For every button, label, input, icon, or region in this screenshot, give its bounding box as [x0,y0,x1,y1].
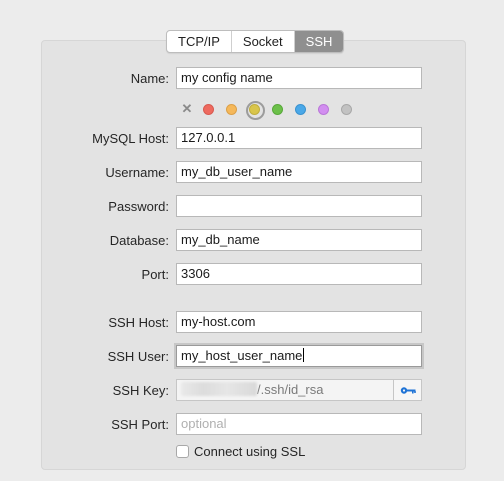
port-row: Port: 3306 [0,263,504,287]
redacted-path [181,382,257,396]
password-field[interactable] [176,195,422,217]
name-field[interactable]: my config name [176,67,422,89]
ssh-port-row: SSH Port: optional [0,413,504,437]
name-row: Name: my config name [0,67,504,91]
text-caret [303,348,305,362]
port-label: Port: [141,267,169,282]
username-field[interactable]: my_db_user_name [176,161,422,183]
tab-ssh[interactable]: SSH [294,31,344,52]
ssh-user-label: SSH User: [107,349,169,364]
ssh-key-label: SSH Key: [112,383,169,398]
color-dot-blue[interactable] [295,103,306,115]
ssh-host-label: SSH Host: [108,315,169,330]
ssh-host-row: SSH Host: my-host.com [0,311,504,335]
name-label: Name: [130,71,169,86]
mysql-host-label: MySQL Host: [92,131,169,146]
color-dot-green[interactable] [272,103,283,115]
ssl-checkbox-label: Connect using SSL [194,443,306,459]
mysql-host-field[interactable]: 127.0.0.1 [176,127,422,149]
color-dot-purple[interactable] [318,103,329,115]
ssh-port-placeholder: optional [181,416,227,431]
ssh-key-path-value: /.ssh/id_rsa [257,382,324,397]
color-dot-yellow[interactable] [246,100,265,120]
ssh-port-label: SSH Port: [111,417,169,432]
ssh-key-field[interactable]: /.ssh/id_rsa [176,379,422,401]
mysql-host-row: MySQL Host: 127.0.0.1 [0,127,504,151]
color-tag-picker: ✕ [180,100,364,120]
password-label: Password: [108,199,169,214]
ssh-user-value: my_host_user_name [181,348,303,363]
ssh-user-field[interactable]: my_host_user_name [176,345,422,367]
ssh-user-row: SSH User: my_host_user_name [0,345,504,369]
x-icon[interactable]: ✕ [180,102,194,116]
port-field[interactable]: 3306 [176,263,422,285]
username-row: Username: my_db_user_name [0,161,504,185]
ssh-port-field[interactable]: optional [176,413,422,435]
tab-socket[interactable]: Socket [232,31,295,52]
ssh-key-row: SSH Key: /.ssh/id_rsa [0,379,504,403]
ssl-option[interactable]: Connect using SSL [176,442,305,460]
database-row: Database: my_db_name [0,229,504,253]
username-label: Username: [105,165,169,180]
ssh-host-field[interactable]: my-host.com [176,311,422,333]
color-dot-gray[interactable] [341,103,352,115]
tab-tcp-ip[interactable]: TCP/IP [167,31,232,52]
connection-window: TCP/IP Socket SSH Name: my config name ✕… [0,0,504,481]
password-row: Password: [0,195,504,219]
ssl-checkbox[interactable] [176,444,189,458]
database-field[interactable]: my_db_name [176,229,422,251]
ssh-key-path: /.ssh/id_rsa [181,380,323,400]
color-dot-red[interactable] [203,103,214,115]
ssh-key-select-button[interactable] [393,380,421,400]
key-icon [400,386,416,394]
database-label: Database: [109,233,169,248]
connection-type-segmented-control: TCP/IP Socket SSH [166,30,345,53]
color-dot-orange[interactable] [226,103,237,115]
